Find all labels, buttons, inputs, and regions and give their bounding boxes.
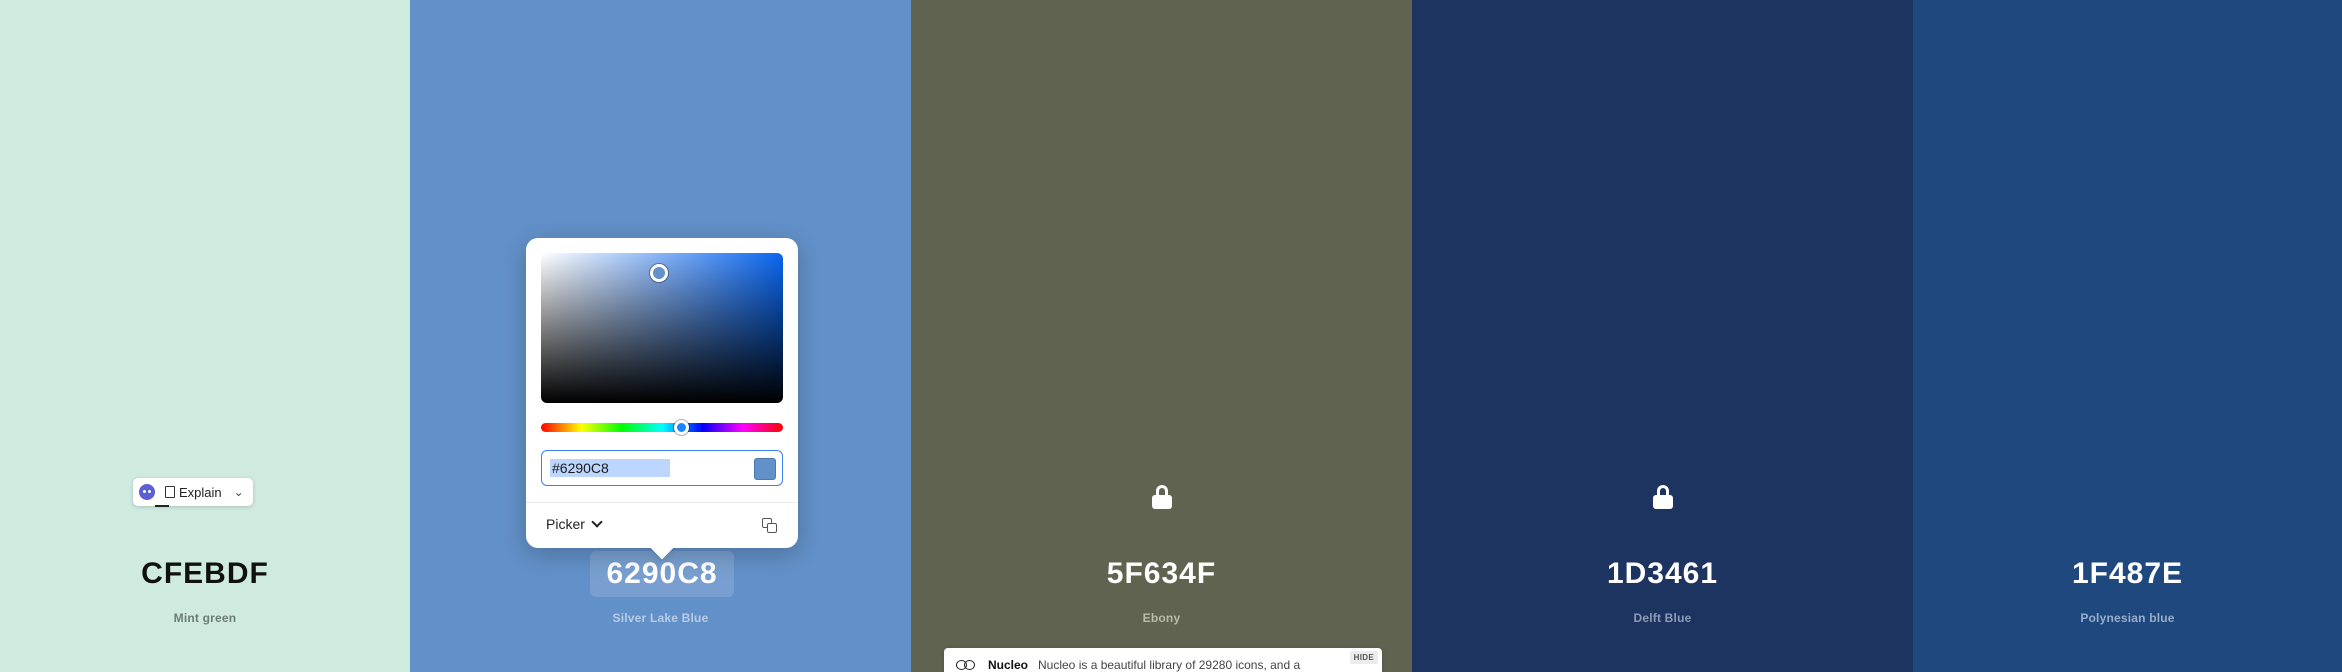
swatch-hex-label[interactable]: 1D3461 [1412,551,1913,597]
chevron-down-icon [591,516,603,528]
saturation-value-handle[interactable] [650,264,668,282]
swatch-ebony[interactable]: 5F634F Ebony [911,0,1412,672]
explain-button[interactable]: Explain [179,485,222,500]
ghost-icon[interactable] [139,484,155,500]
swatch-polynesian-blue[interactable]: 1F487E Polynesian blue [1913,0,2342,672]
chevron-down-icon[interactable]: ⌄ [234,485,244,499]
hide-ad-button[interactable]: HIDE [1349,651,1378,664]
hex-input[interactable] [550,459,670,477]
hue-slider[interactable] [541,423,783,432]
swatch-color-name: Polynesian blue [2080,611,2175,625]
hue-slider-handle[interactable] [674,420,689,435]
swatch-delft-blue[interactable]: 1D3461 Delft Blue [1412,0,1913,672]
hex-input-field[interactable] [541,450,783,486]
picker-mode-select[interactable]: Picker [546,516,603,532]
color-picker-popup: Picker [526,238,798,560]
swatch-mint-green[interactable]: CFEBDF Mint green [0,0,410,672]
divider [526,502,798,503]
swatch-color-name: Mint green [173,611,237,625]
color-preview-swatch [754,458,776,480]
swatch-hex-label[interactable]: CFEBDF [0,551,410,597]
ad-text[interactable]: Nucleo is a beautiful library of 29280 i… [1038,658,1338,672]
ad-brand: Nucleo [988,658,1029,672]
book-icon [165,486,175,498]
text-cursor [155,505,169,507]
lock-icon[interactable] [1652,485,1674,509]
swatch-hex-label[interactable]: 5F634F [911,551,1412,597]
swatch-color-name: Delft Blue [1633,611,1692,625]
nucleo-logo-icon [956,660,976,672]
copy-icon[interactable] [762,518,778,534]
lock-icon[interactable] [1151,485,1173,509]
swatch-hex-label[interactable]: 1F487E [1913,551,2342,597]
swatch-color-name: Ebony [1142,611,1181,625]
palette: CFEBDF Mint green 6290C8 Silver Lake Blu… [0,0,2342,672]
ad-banner[interactable]: Nucleo Nucleo is a beautiful library of … [944,648,1382,672]
explain-toolbar[interactable]: Explain ⌄ [133,478,253,506]
picker-mode-label: Picker [546,516,585,532]
swatch-color-name: Silver Lake Blue [612,611,709,625]
